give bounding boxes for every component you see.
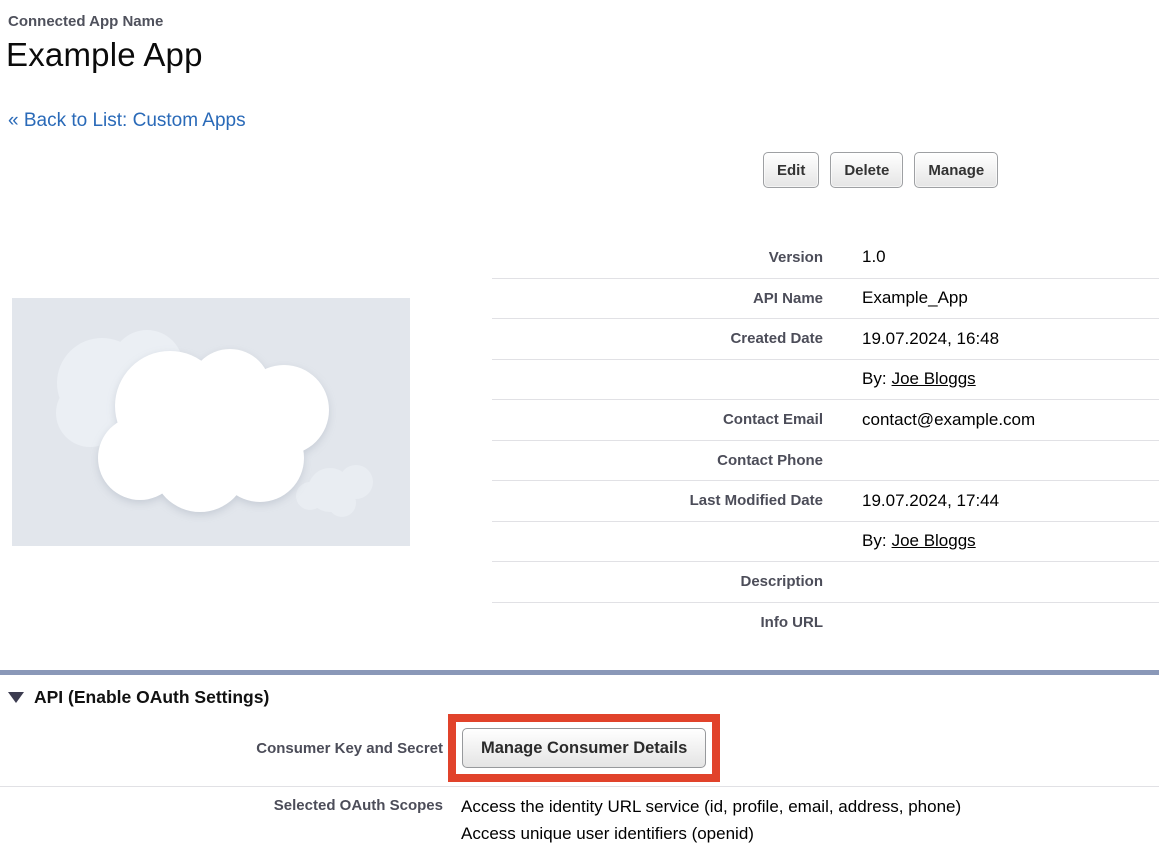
edit-button[interactable]: Edit	[763, 152, 819, 188]
field-label: Info URL	[492, 614, 823, 631]
manage-button[interactable]: Manage	[914, 152, 998, 188]
field-label: Last Modified Date	[492, 492, 823, 509]
detail-row-created-date: Created Date 19.07.2024, 16:48	[492, 318, 1159, 359]
cloud-icon	[12, 298, 410, 546]
field-label: Contact Email	[492, 411, 823, 428]
section-divider-bar	[0, 670, 1159, 675]
oauth-section-title: API (Enable OAuth Settings)	[34, 687, 269, 708]
toolbar: Edit Delete Manage	[763, 152, 998, 188]
field-label: Created Date	[492, 330, 823, 347]
oauth-section-body: Consumer Key and Secret Manage Consumer …	[0, 710, 1159, 847]
field-value: contact@example.com	[823, 410, 1035, 430]
detail-row-description: Description	[492, 561, 1159, 602]
record-detail-table: Version 1.0 API Name Example_App Created…	[492, 237, 1159, 642]
field-value: 19.07.2024, 17:44	[823, 491, 999, 511]
manage-consumer-details-button[interactable]: Manage Consumer Details	[462, 728, 706, 768]
connected-app-detail-page: { "page": { "field_label": "Connected Ap…	[0, 0, 1159, 848]
page-title: Example App	[6, 36, 203, 74]
field-label: Consumer Key and Secret	[0, 740, 443, 757]
oauth-scopes-row: Selected OAuth Scopes Access the identit…	[0, 787, 1159, 847]
detail-row-info-url: Info URL	[492, 602, 1159, 643]
detail-row-api-name: API Name Example_App	[492, 278, 1159, 319]
modified-by-user-link[interactable]: Joe Bloggs	[892, 531, 976, 550]
detail-row-created-by: By: Joe Bloggs	[492, 359, 1159, 400]
main-cloud	[98, 349, 329, 512]
annotation-highlight-box: Manage Consumer Details	[448, 714, 720, 782]
detail-row-last-modified-date: Last Modified Date 19.07.2024, 17:44	[492, 480, 1159, 521]
field-value: By: Joe Bloggs	[823, 369, 976, 389]
field-value: 1.0	[823, 247, 886, 267]
consumer-key-row: Consumer Key and Secret Manage Consumer …	[0, 710, 1159, 787]
field-value: By: Joe Bloggs	[823, 531, 976, 551]
delete-button[interactable]: Delete	[830, 152, 903, 188]
scope-item: Access unique user identifiers (openid)	[461, 820, 961, 847]
detail-row-modified-by: By: Joe Bloggs	[492, 521, 1159, 562]
field-value: Example_App	[823, 288, 968, 308]
oauth-section-header: API (Enable OAuth Settings)	[8, 687, 269, 708]
field-label: API Name	[492, 290, 823, 307]
by-prefix: By:	[862, 369, 887, 388]
connected-app-name-label: Connected App Name	[8, 13, 163, 30]
detail-row-contact-email: Contact Email contact@example.com	[492, 399, 1159, 440]
field-label: Selected OAuth Scopes	[0, 793, 443, 814]
app-logo	[12, 298, 410, 546]
created-by-user-link[interactable]: Joe Bloggs	[892, 369, 976, 388]
field-label: Contact Phone	[492, 452, 823, 469]
detail-row-contact-phone: Contact Phone	[492, 440, 1159, 481]
detail-row-version: Version 1.0	[492, 237, 1159, 278]
field-value: 19.07.2024, 16:48	[823, 329, 999, 349]
field-label: Description	[492, 573, 823, 590]
by-prefix: By:	[862, 531, 887, 550]
field-label: Version	[492, 249, 823, 266]
back-to-list-link[interactable]: « Back to List: Custom Apps	[8, 110, 246, 132]
scope-item: Access the identity URL service (id, pro…	[461, 793, 961, 820]
faint-cloud-small	[296, 465, 373, 517]
section-collapse-icon[interactable]	[8, 692, 24, 703]
oauth-scopes-values: Access the identity URL service (id, pro…	[443, 793, 961, 847]
